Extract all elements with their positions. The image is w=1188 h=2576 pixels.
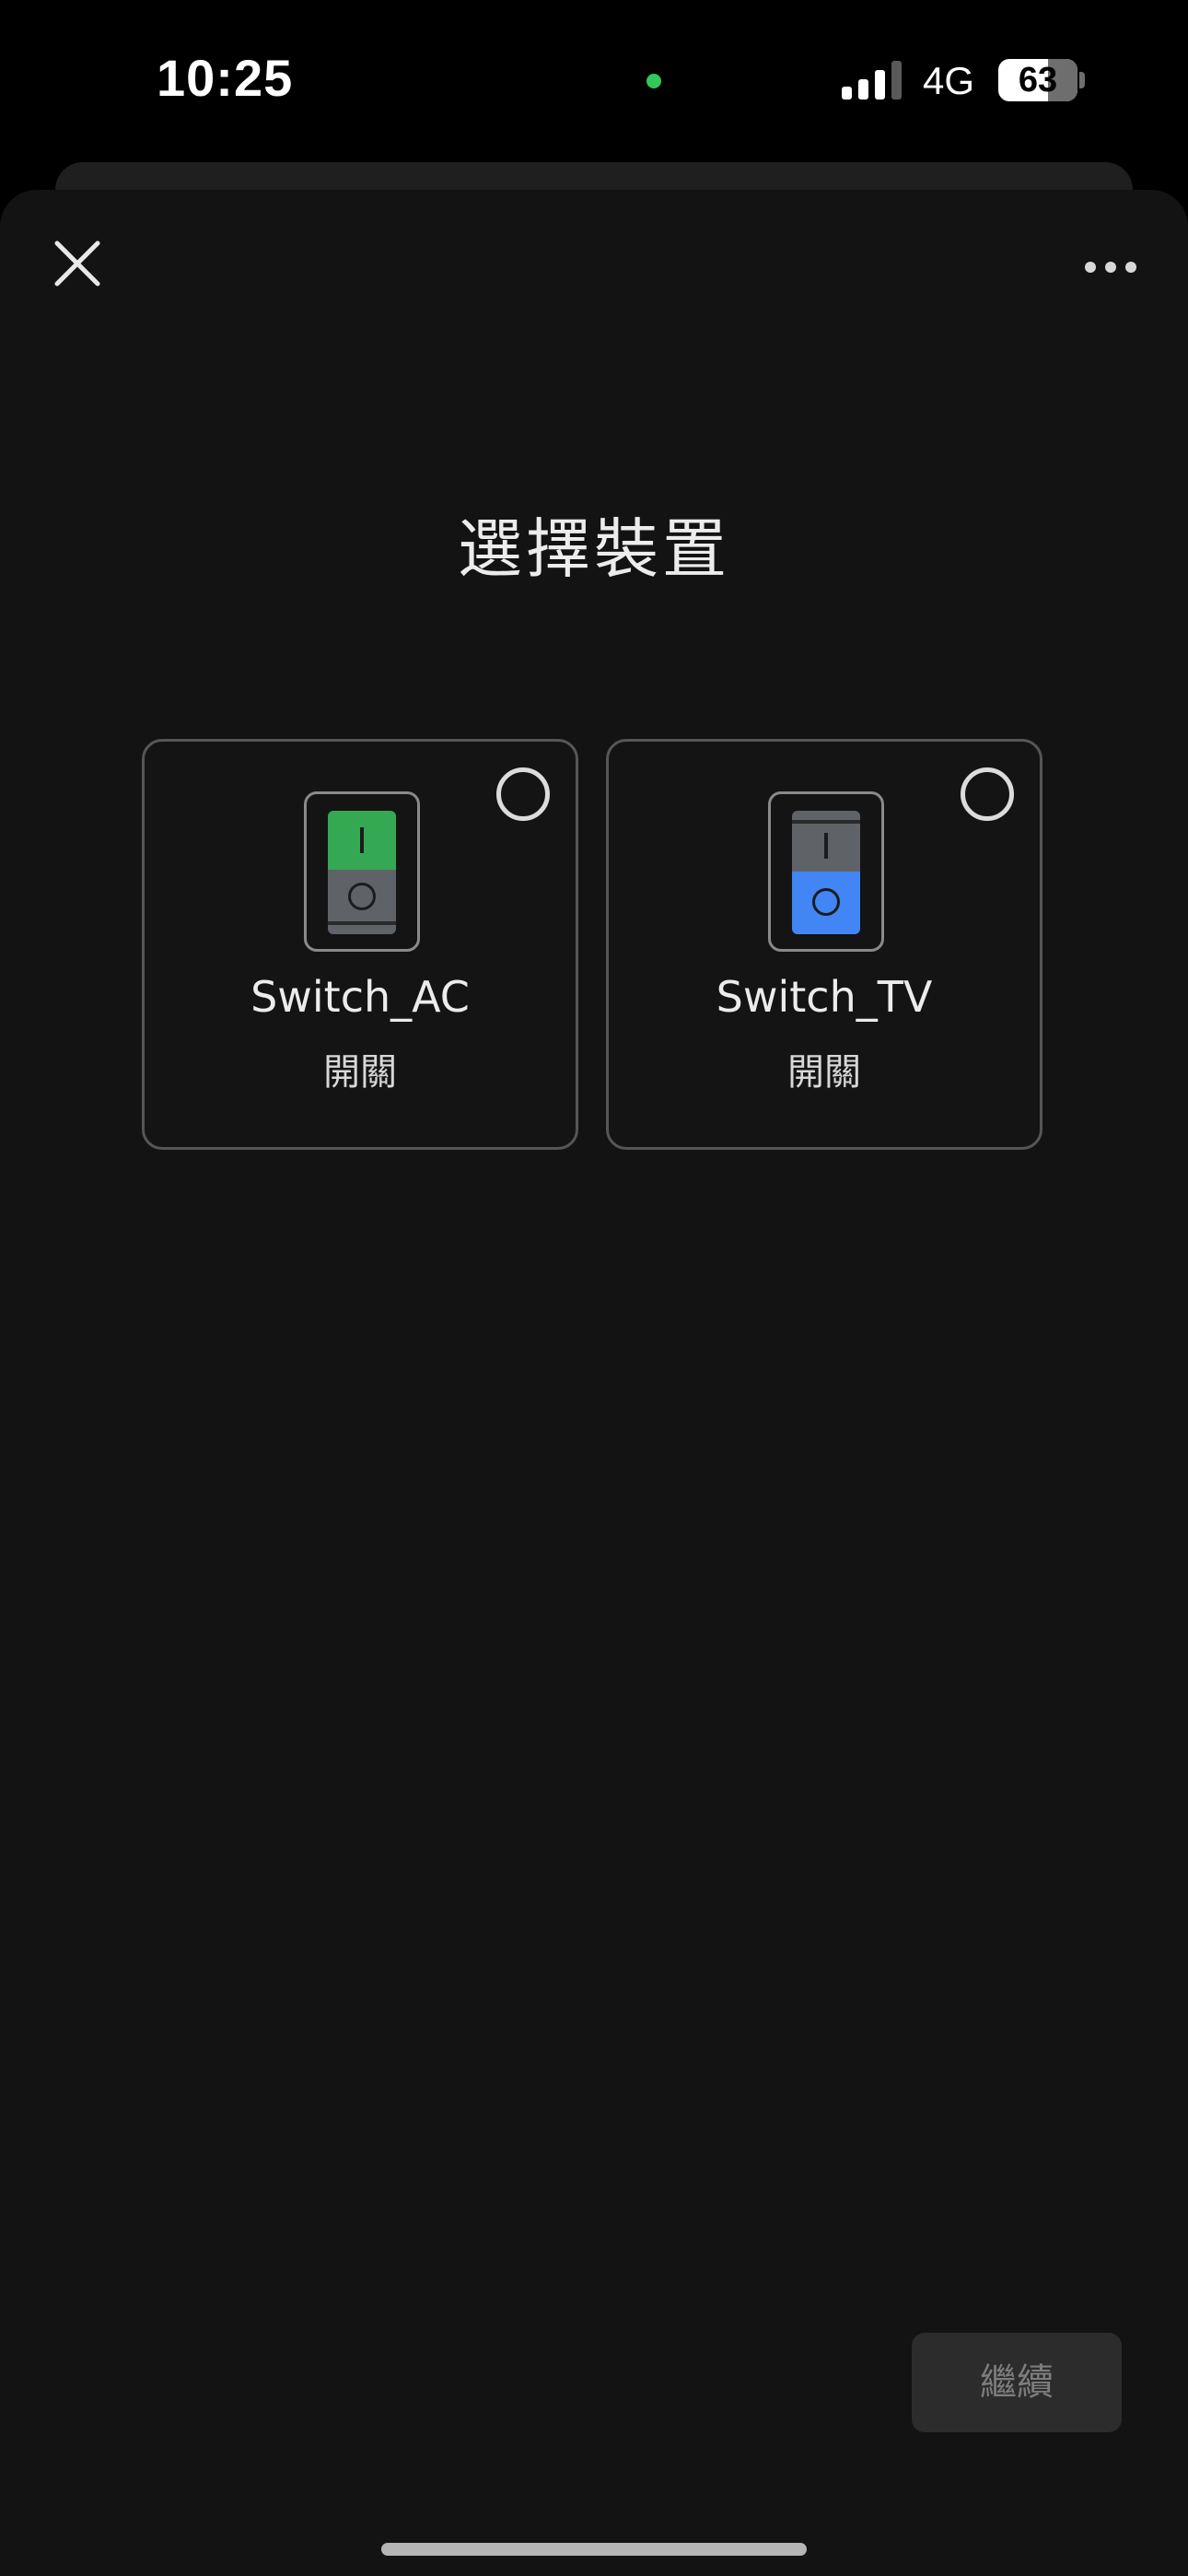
device-name: Switch_AC: [250, 972, 470, 1022]
rocker-switch-body: [328, 811, 396, 934]
rocker-top-line: [792, 820, 860, 824]
rocker-base-line: [328, 921, 396, 925]
power-off-symbol: [348, 883, 376, 910]
signal-bar: [858, 79, 868, 100]
power-on-symbol: [824, 833, 828, 859]
cellular-signal-icon: [842, 61, 903, 100]
rocker-switch-icon: [768, 791, 884, 952]
power-on-symbol: [360, 827, 364, 853]
more-options-button[interactable]: [1083, 249, 1138, 286]
status-time: 10:25: [157, 49, 294, 107]
device-select-radio[interactable]: [961, 767, 1014, 821]
signal-bar: [842, 87, 852, 100]
signal-bar: [875, 70, 885, 100]
status-bar: 10:25 4G 63: [0, 0, 1188, 157]
close-button[interactable]: [48, 234, 107, 293]
device-select-radio[interactable]: [496, 767, 550, 821]
page-title: 選擇裝置: [458, 511, 730, 587]
device-type: 開關: [323, 1051, 397, 1094]
device-card-switch-ac[interactable]: Switch_AC 開關: [142, 739, 578, 1150]
rocker-switch-body: [792, 811, 860, 934]
device-name: Switch_TV: [716, 972, 933, 1022]
home-indicator[interactable]: [381, 2543, 807, 2556]
close-icon: [54, 240, 100, 287]
more-horizontal-icon: [1085, 262, 1136, 273]
device-card-switch-tv[interactable]: Switch_TV 開關: [606, 739, 1042, 1150]
network-type-label: 4G: [923, 59, 975, 102]
battery-cap: [1079, 72, 1085, 88]
battery-icon: 63: [998, 59, 1077, 101]
device-type: 開關: [787, 1051, 861, 1094]
battery-percent: 63: [1018, 61, 1058, 100]
signal-bar: [891, 61, 902, 100]
power-off-symbol: [812, 888, 840, 916]
rocker-switch-icon: [304, 791, 420, 952]
continue-button[interactable]: 繼續: [912, 2333, 1122, 2432]
camera-in-use-indicator: [646, 74, 661, 88]
